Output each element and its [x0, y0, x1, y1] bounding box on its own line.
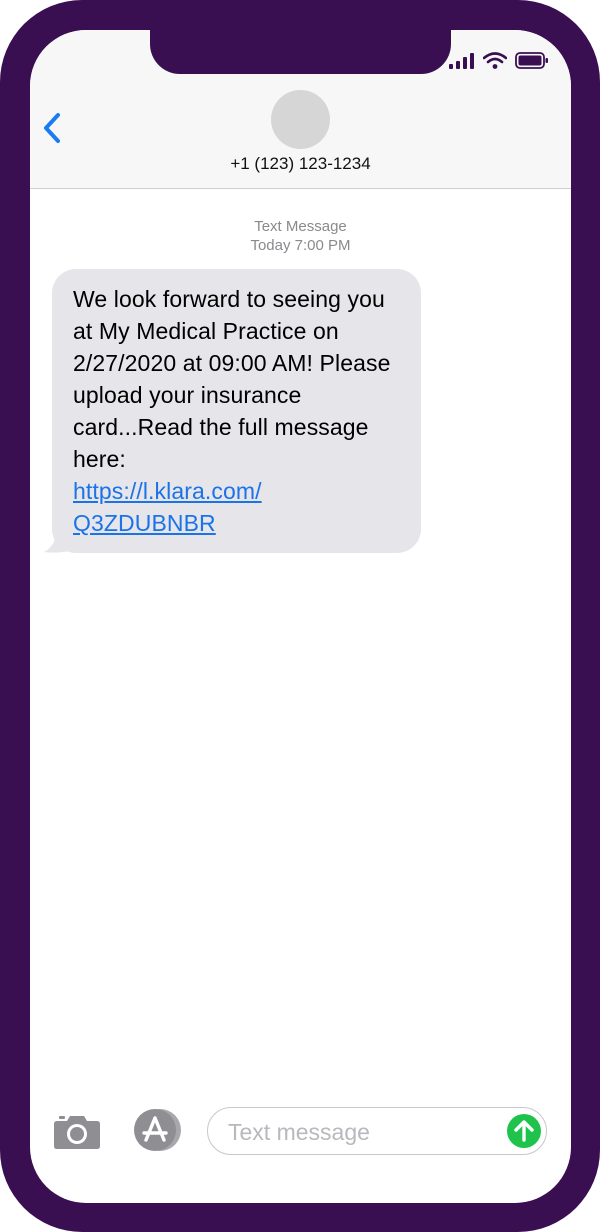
signal-icon [449, 52, 474, 69]
send-button[interactable] [506, 1113, 542, 1149]
composer-bar [30, 1100, 571, 1170]
app-store-icon [134, 1109, 181, 1151]
message-meta: Text Message Today 7:00 PM [30, 217, 571, 255]
battery-icon [515, 52, 548, 69]
message-input-field[interactable] [207, 1107, 547, 1155]
contact-avatar[interactable] [271, 90, 330, 149]
message-link[interactable]: https://l.klara.com/Q3ZDUBNBR [73, 478, 262, 536]
phone-frame: +1 (123) 123-1234 Text Message Today 7:0… [0, 0, 600, 1232]
wifi-icon [483, 52, 507, 69]
service-label: Text Message [254, 218, 347, 235]
message-text: We look forward to seeing you at My Medi… [73, 286, 391, 472]
device-notch [150, 30, 451, 74]
contact-name[interactable]: +1 (123) 123-1234 [30, 154, 571, 174]
send-arrow-icon [507, 1114, 541, 1148]
camera-icon [54, 1116, 100, 1149]
message-timestamp: Today 7:00 PM [250, 237, 351, 254]
camera-button[interactable] [53, 1112, 101, 1150]
app-store-button[interactable] [130, 1108, 184, 1152]
message-input[interactable] [226, 1116, 490, 1148]
chevron-left-icon [44, 113, 60, 143]
status-bar [449, 52, 549, 69]
incoming-message-bubble[interactable]: We look forward to seeing you at My Medi… [52, 269, 421, 553]
messages-screen: +1 (123) 123-1234 Text Message Today 7:0… [30, 30, 571, 1203]
back-button[interactable] [38, 108, 68, 148]
